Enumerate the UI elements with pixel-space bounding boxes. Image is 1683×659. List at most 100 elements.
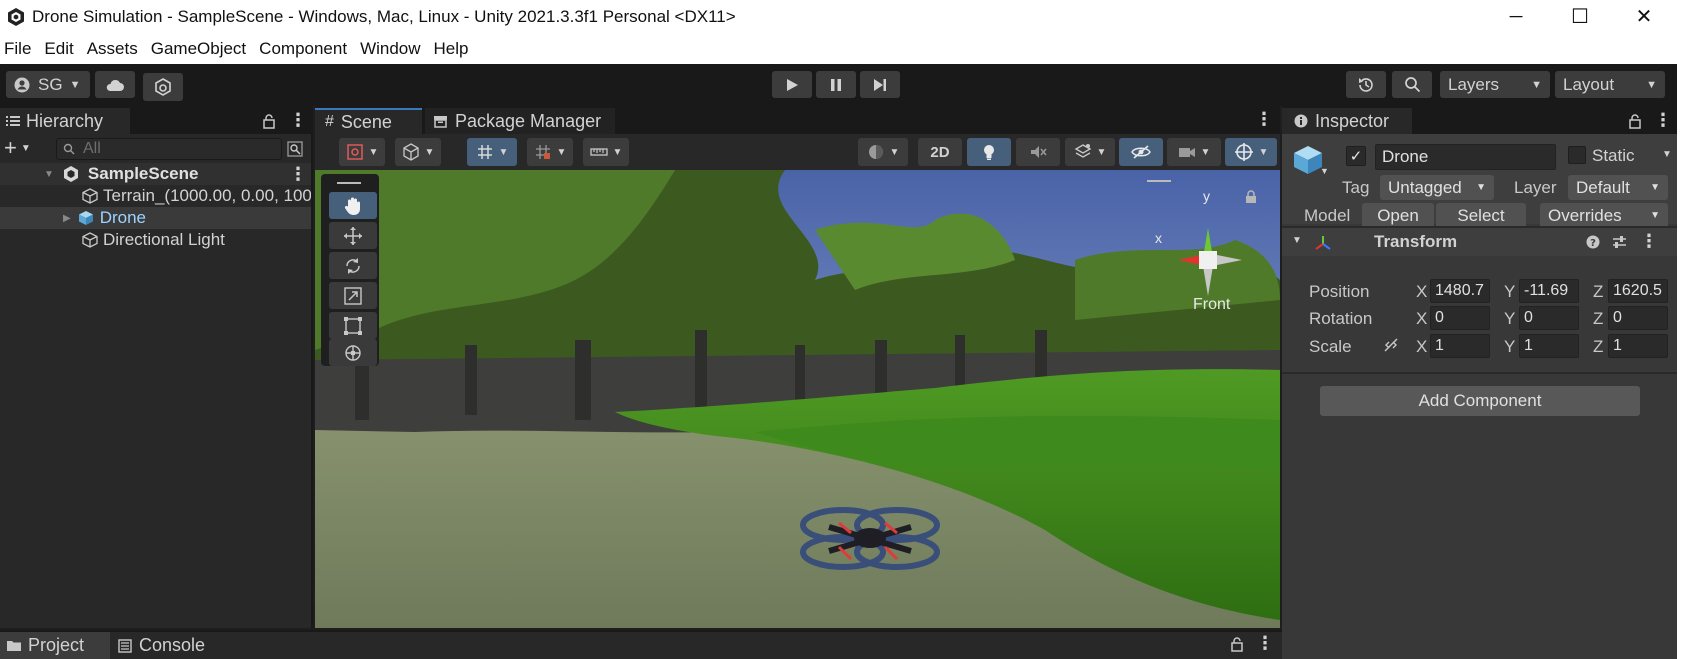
- kebab-menu-icon[interactable]: ⋮: [1255, 109, 1273, 130]
- axis-y-label[interactable]: Y: [1504, 282, 1515, 302]
- account-dropdown[interactable]: SG ▼: [6, 71, 90, 98]
- chevron-down-icon[interactable]: ▼: [1320, 166, 1329, 176]
- cloud-button[interactable]: [95, 71, 135, 98]
- scene-viewport[interactable]: y x Front: [315, 170, 1280, 628]
- rotation-y-field[interactable]: 0: [1519, 306, 1579, 330]
- kebab-menu-icon[interactable]: ⋮: [1256, 633, 1274, 654]
- axis-x-label[interactable]: X: [1416, 337, 1427, 357]
- menu-window[interactable]: Window: [360, 39, 420, 59]
- hierarchy-search-input[interactable]: All: [56, 138, 282, 160]
- play-button[interactable]: [772, 71, 812, 98]
- search-button[interactable]: [1392, 71, 1432, 98]
- tab-console[interactable]: Console: [118, 632, 228, 659]
- transform-tool-button[interactable]: [329, 339, 377, 366]
- minimize-button[interactable]: ─: [1484, 0, 1548, 33]
- active-checkbox[interactable]: ✓: [1346, 146, 1366, 166]
- effects-button[interactable]: ▼: [1065, 138, 1115, 166]
- menu-file[interactable]: File: [4, 39, 31, 59]
- draw-mode-button[interactable]: ▼: [339, 138, 385, 166]
- lock-icon[interactable]: [1230, 637, 1244, 652]
- scale-x-field[interactable]: 1: [1430, 334, 1490, 358]
- lighting-toggle[interactable]: [967, 138, 1011, 166]
- static-checkbox[interactable]: [1568, 146, 1586, 164]
- ruler-button[interactable]: ▼: [583, 138, 629, 166]
- kebab-menu-icon[interactable]: ⋮: [289, 164, 307, 185]
- view-lock-icon[interactable]: [1245, 190, 1257, 204]
- transform-header[interactable]: ▼ Transform ? ⋮: [1282, 228, 1677, 256]
- rotate-tool-button[interactable]: [329, 252, 377, 279]
- add-component-button[interactable]: Add Component: [1320, 386, 1640, 416]
- axis-y-label[interactable]: Y: [1504, 337, 1515, 357]
- pause-button[interactable]: [816, 71, 856, 98]
- open-button[interactable]: Open: [1362, 203, 1434, 228]
- collab-button[interactable]: [143, 73, 183, 101]
- overlay-drag-handle[interactable]: [337, 182, 361, 184]
- step-button[interactable]: [860, 71, 900, 98]
- preset-sliders-icon[interactable]: [1612, 235, 1627, 249]
- menu-edit[interactable]: Edit: [44, 39, 73, 59]
- hierarchy-item-drone[interactable]: ▶ Drone: [0, 207, 311, 229]
- chevron-down-icon[interactable]: ▼: [1292, 235, 1302, 246]
- chevron-down-icon[interactable]: ▼: [1662, 149, 1672, 160]
- tab-hierarchy[interactable]: Hierarchy: [0, 108, 130, 134]
- menu-assets[interactable]: Assets: [87, 39, 138, 59]
- hierarchy-item-terrain[interactable]: Terrain_(1000.00, 0.00, 1000.00): [0, 185, 311, 207]
- constrain-proportions-icon[interactable]: [1382, 337, 1400, 353]
- layer-dropdown[interactable]: Default ▼: [1568, 175, 1668, 200]
- chevron-right-icon[interactable]: ▶: [63, 213, 71, 224]
- axis-x-label[interactable]: X: [1416, 282, 1427, 302]
- menu-help[interactable]: Help: [434, 39, 469, 59]
- scale-tool-button[interactable]: [329, 282, 377, 309]
- rotation-z-field[interactable]: 0: [1608, 306, 1668, 330]
- scale-y-field[interactable]: 1: [1519, 334, 1579, 358]
- history-button[interactable]: [1346, 71, 1386, 98]
- help-icon[interactable]: ?: [1586, 235, 1600, 249]
- position-y-field[interactable]: -11.69: [1519, 279, 1579, 303]
- overrides-dropdown[interactable]: Overrides ▼: [1540, 203, 1668, 228]
- overlay-handle[interactable]: [1147, 180, 1171, 182]
- maximize-button[interactable]: ☐: [1548, 0, 1612, 33]
- rect-tool-button[interactable]: [329, 312, 377, 339]
- close-button[interactable]: ✕: [1612, 0, 1676, 33]
- position-x-field[interactable]: 1480.7: [1430, 279, 1490, 303]
- scene-root-row[interactable]: ▼ SampleScene ⋮: [0, 163, 311, 185]
- kebab-menu-icon[interactable]: ⋮: [1640, 231, 1658, 252]
- position-z-field[interactable]: 1620.5: [1608, 279, 1668, 303]
- menu-component[interactable]: Component: [259, 39, 347, 59]
- lock-icon[interactable]: [1628, 114, 1642, 129]
- axis-z-label[interactable]: Z: [1593, 282, 1603, 302]
- menu-gameobject[interactable]: GameObject: [151, 39, 246, 59]
- layers-dropdown[interactable]: Layers ▼: [1440, 71, 1550, 98]
- camera-button[interactable]: ▼: [1167, 138, 1221, 166]
- hierarchy-item-directional-light[interactable]: Directional Light: [0, 229, 311, 251]
- lock-icon[interactable]: [262, 114, 276, 129]
- axis-z-label[interactable]: Z: [1593, 309, 1603, 329]
- scene-search-icon[interactable]: [287, 141, 303, 157]
- tag-dropdown[interactable]: Untagged ▼: [1380, 175, 1494, 200]
- gizmos-button[interactable]: ▼: [1225, 138, 1277, 166]
- tab-project[interactable]: Project: [0, 632, 110, 659]
- axis-z-label[interactable]: Z: [1593, 337, 1603, 357]
- create-dropdown[interactable]: + ▼: [4, 136, 40, 160]
- tab-package-manager[interactable]: Package Manager: [425, 108, 615, 134]
- axis-x-label[interactable]: X: [1416, 309, 1427, 329]
- tab-inspector[interactable]: Inspector: [1282, 108, 1412, 134]
- layout-dropdown[interactable]: Layout ▼: [1555, 71, 1665, 98]
- axis-y-label[interactable]: Y: [1504, 309, 1515, 329]
- increment-snap-button[interactable]: ▼: [527, 138, 573, 166]
- rotation-x-field[interactable]: 0: [1430, 306, 1490, 330]
- kebab-menu-icon[interactable]: ⋮: [289, 110, 307, 131]
- 2d-toggle[interactable]: 2D: [918, 138, 962, 166]
- render-mode-button[interactable]: ▼: [858, 138, 908, 166]
- select-button[interactable]: Select: [1436, 203, 1526, 228]
- shading-mode-button[interactable]: ▼: [395, 138, 441, 166]
- object-name-field[interactable]: Drone: [1375, 144, 1556, 170]
- grid-snap-button[interactable]: ▼: [467, 138, 517, 166]
- audio-toggle[interactable]: [1016, 138, 1060, 166]
- hand-tool-button[interactable]: [329, 192, 377, 219]
- visibility-toggle[interactable]: [1119, 138, 1163, 166]
- tab-scene[interactable]: # Scene: [315, 108, 422, 134]
- scale-z-field[interactable]: 1: [1608, 334, 1668, 358]
- move-tool-button[interactable]: [329, 222, 377, 249]
- kebab-menu-icon[interactable]: ⋮: [1654, 110, 1672, 131]
